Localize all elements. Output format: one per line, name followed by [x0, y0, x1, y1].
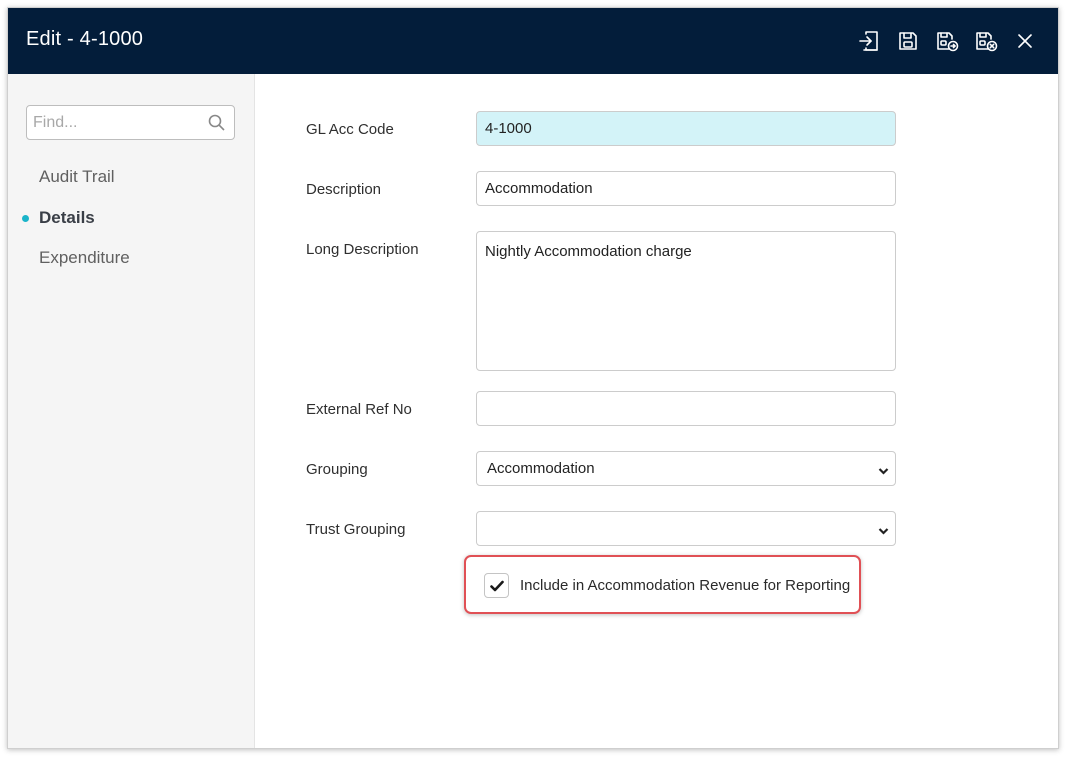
- highlight-callout: Include in Accommodation Revenue for Rep…: [464, 555, 861, 614]
- external-ref-no-label: External Ref No: [306, 401, 412, 418]
- find-box: [26, 105, 235, 140]
- sidebar-item-label: Expenditure: [39, 248, 130, 267]
- include-accommodation-label: Include in Accommodation Revenue for Rep…: [520, 577, 851, 594]
- include-accommodation-checkbox[interactable]: [484, 573, 509, 598]
- sidebar: Audit Trail Details Expenditure: [8, 74, 255, 748]
- checkmark-icon: [490, 580, 504, 592]
- description-field[interactable]: Accommodation: [476, 171, 896, 206]
- save-and-exit-icon[interactable]: [849, 28, 888, 54]
- save-icon[interactable]: [888, 28, 927, 54]
- sidebar-item-label: Audit Trail: [39, 167, 115, 186]
- save-as-icon[interactable]: [927, 28, 966, 54]
- chevron-down-icon: [878, 524, 889, 535]
- details-form: GL Acc Code 4-1000 Description Accommoda…: [256, 74, 1058, 748]
- edit-dialog: Edit - 4-1000 Aud: [7, 7, 1059, 749]
- grouping-select[interactable]: Accommodation: [476, 451, 896, 486]
- dialog-title: Edit - 4-1000: [26, 28, 144, 50]
- gl-acc-code-label: GL Acc Code: [306, 121, 394, 138]
- search-icon[interactable]: [208, 114, 225, 131]
- grouping-label: Grouping: [306, 461, 368, 478]
- title-bar: Edit - 4-1000: [8, 8, 1058, 74]
- save-cancel-icon[interactable]: [966, 28, 1005, 54]
- sidebar-item-expenditure[interactable]: Expenditure: [39, 248, 130, 268]
- long-description-field[interactable]: Nightly Accommodation charge: [476, 231, 896, 371]
- chevron-down-icon: [878, 464, 889, 475]
- long-description-label: Long Description: [306, 241, 419, 258]
- sidebar-item-label: Details: [39, 208, 95, 227]
- gl-acc-code-field[interactable]: 4-1000: [476, 111, 896, 146]
- toolbar: [849, 28, 1044, 54]
- sidebar-item-details[interactable]: Details: [22, 208, 95, 228]
- sidebar-item-audit-trail[interactable]: Audit Trail: [39, 167, 115, 187]
- grouping-value: Accommodation: [487, 460, 595, 477]
- external-ref-no-field[interactable]: [476, 391, 896, 426]
- trust-grouping-select[interactable]: [476, 511, 896, 546]
- description-label: Description: [306, 181, 382, 198]
- trust-grouping-label: Trust Grouping: [306, 521, 406, 538]
- search-input[interactable]: [27, 106, 197, 139]
- active-indicator-dot: [22, 215, 29, 222]
- close-icon[interactable]: [1005, 28, 1044, 54]
